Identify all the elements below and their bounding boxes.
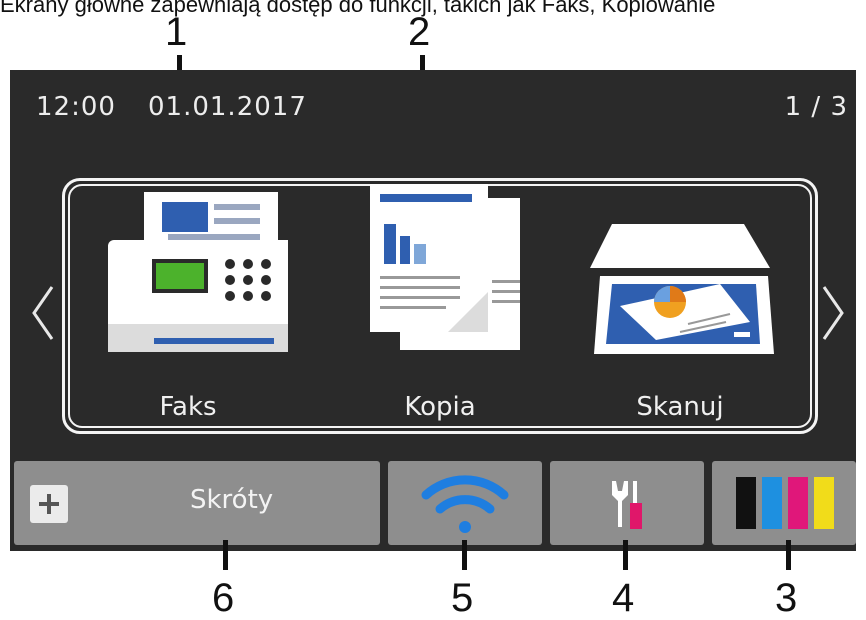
callout-4: 4: [612, 576, 635, 620]
shortcuts-button[interactable]: Skróty: [14, 461, 380, 545]
wrench-screwdriver-icon: [612, 481, 642, 529]
page-indicator: 1 / 3: [784, 92, 848, 122]
shortcuts-label: Skróty: [190, 485, 274, 515]
copy-icon: [370, 184, 523, 353]
callout-4-line: [623, 540, 628, 570]
fax-button[interactable]: Faks: [88, 184, 288, 428]
next-page-arrow[interactable]: [820, 283, 846, 343]
fax-icon: [108, 192, 288, 352]
toner-icon: [736, 477, 834, 529]
scanner-icon: [590, 224, 774, 354]
status-date: 01.01.2017: [148, 92, 307, 122]
callout-5: 5: [451, 576, 474, 620]
callout-6-line: [223, 540, 228, 570]
chevron-left-icon: [32, 286, 54, 340]
fax-label: Faks: [159, 392, 217, 422]
toner-button[interactable]: [712, 461, 856, 545]
callout-5-line: [462, 540, 467, 570]
copy-label: Kopia: [404, 392, 476, 422]
copy-button[interactable]: Kopia: [340, 184, 540, 428]
scan-label: Skanuj: [636, 392, 724, 422]
chevron-right-icon: [822, 286, 844, 340]
callout-2: 2: [408, 10, 431, 54]
callout-1: 1: [165, 10, 188, 54]
callout-3: 3: [775, 576, 798, 620]
caption-text: Ekrany główne zapewniają dostęp do funkc…: [0, 0, 716, 17]
settings-button[interactable]: [550, 461, 704, 545]
wifi-button[interactable]: [388, 461, 542, 545]
previous-page-arrow[interactable]: [30, 283, 56, 343]
plus-icon: [30, 485, 68, 523]
callout-3-line: [786, 540, 791, 570]
status-time: 12:00: [36, 92, 116, 122]
scan-button[interactable]: Skanuj: [580, 184, 780, 428]
callout-6: 6: [212, 576, 235, 620]
wifi-icon: [421, 475, 509, 533]
